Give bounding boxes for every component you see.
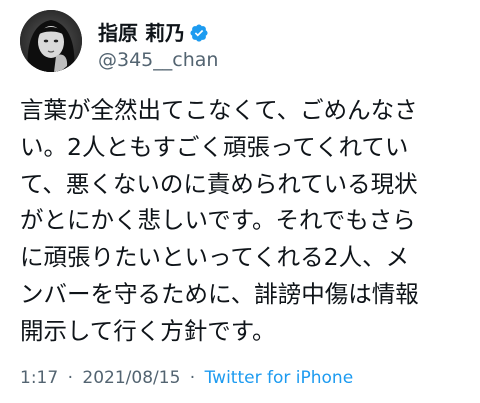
display-name[interactable]: 指原 莉乃 [98, 21, 185, 45]
tweet-text-line: い。2人ともすごく頑張ってくれてい [20, 132, 409, 161]
tweet-time[interactable]: 1:17 [20, 368, 58, 388]
avatar-photo-icon [20, 10, 82, 72]
tweet-text-line: 言葉が全然出てこなくて、ごめんなさ [20, 96, 418, 124]
tweet-text-line: がとにかく悲しいです。それでもさら [20, 206, 416, 235]
tweet-date[interactable]: 2021/08/15 [82, 368, 180, 388]
tweet-text-line: ンバーを守るために、誹謗中傷は情報 [20, 279, 419, 308]
tweet-source-link[interactable]: Twitter for iPhone [205, 368, 354, 388]
tweet-text-line: て、悪くないのに責められている現状 [20, 169, 418, 198]
user-handle[interactable]: @345__chan [98, 48, 218, 72]
verified-badge-icon [190, 24, 208, 42]
avatar[interactable] [20, 10, 82, 72]
tweet-text-line: 開示して行く方針です。 [20, 316, 276, 345]
meta-separator: · [67, 368, 73, 388]
tweet-text: 言葉が全然出てこなくて、ごめんなさ い。2人ともすごく頑張ってくれてい て、悪く… [20, 92, 470, 350]
meta-separator: · [189, 368, 196, 388]
tweet-header: 指原 莉乃 @345__chan [20, 10, 460, 74]
user-names: 指原 莉乃 @345__chan [98, 20, 218, 72]
tweet-meta: 1:17 · 2021/08/15 · Twitter for iPhone [20, 367, 353, 389]
tweet-card: 指原 莉乃 @345__chan 言葉が全然出てこなくて、ごめんなさ い。2人と… [0, 0, 480, 403]
display-name-row: 指原 莉乃 [98, 20, 218, 46]
tweet-text-line: に頑張りたいといってくれる2人、メ [20, 243, 410, 272]
